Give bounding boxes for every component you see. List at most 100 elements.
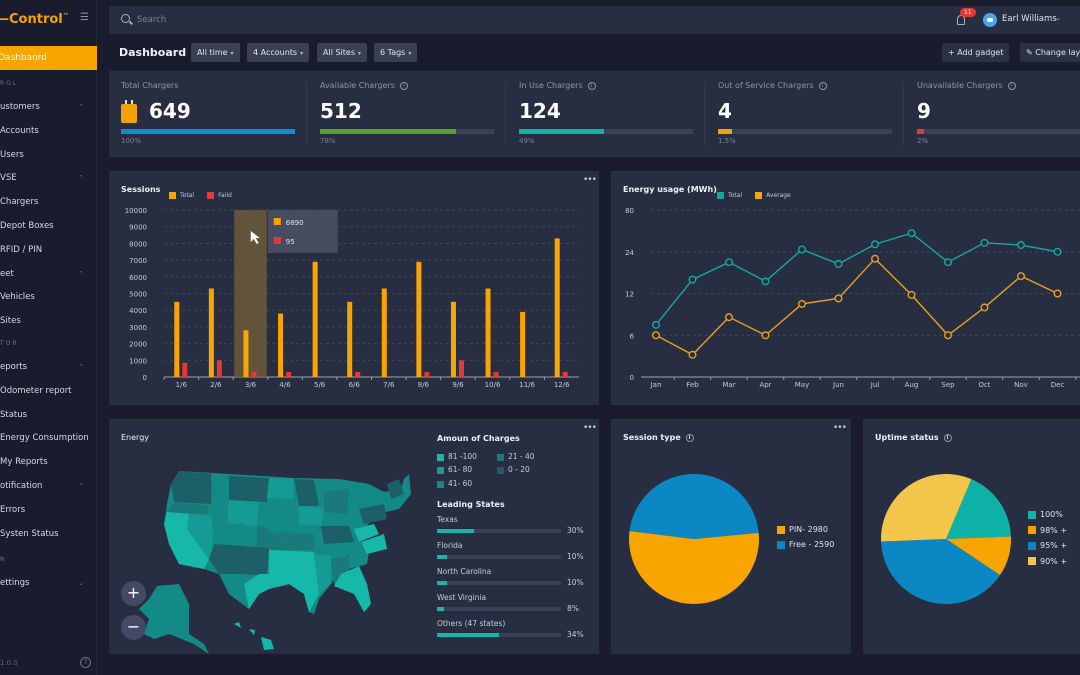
bar-failed[interactable] <box>216 360 222 377</box>
bar-failed[interactable] <box>458 360 464 377</box>
data-point[interactable] <box>1053 247 1062 256</box>
sidebar-item[interactable]: ustomers <box>0 102 40 112</box>
kpi-card: Unavailable Chargers i 9 2% <box>905 71 1080 157</box>
sidebar-item[interactable]: RFID / PIN <box>0 245 42 255</box>
bar-total[interactable] <box>485 288 491 377</box>
info-icon[interactable]: i <box>1007 81 1016 90</box>
sidebar-item[interactable]: eet <box>0 269 14 279</box>
bar-failed[interactable] <box>493 371 499 377</box>
bar-total[interactable] <box>381 288 387 377</box>
sidebar-item[interactable]: Accounts <box>0 126 39 136</box>
sidebar-item[interactable]: otification <box>0 481 42 491</box>
chevron-up-icon[interactable]: ⌃ <box>78 270 84 278</box>
sidebar-item[interactable]: My Reports <box>0 457 48 467</box>
bar-total[interactable] <box>347 301 353 377</box>
pie-slice[interactable] <box>629 530 759 604</box>
data-point[interactable] <box>944 258 953 267</box>
data-point[interactable] <box>1017 272 1026 281</box>
sidebar-item[interactable]: Energy Consumption <box>0 433 89 443</box>
sidebar-item[interactable]: Sites <box>0 316 21 326</box>
state-name: Florida <box>437 541 463 550</box>
data-point[interactable] <box>1053 289 1062 298</box>
bar-total[interactable] <box>520 311 526 377</box>
sidebar-item[interactable]: VSE <box>0 173 17 183</box>
data-point[interactable] <box>907 229 916 238</box>
chevron-up-icon[interactable]: ⌃ <box>78 363 84 371</box>
us-map[interactable] <box>109 434 429 654</box>
chevron-down-icon[interactable]: ⌄ <box>78 579 84 587</box>
data-point[interactable] <box>944 331 953 340</box>
data-point[interactable] <box>1017 241 1026 250</box>
filter-tags[interactable]: 6 Tags ▾ <box>374 43 418 62</box>
bar-total[interactable] <box>243 330 249 377</box>
x-tick-label: 11/6 <box>519 381 535 389</box>
change-layout-button[interactable]: ✎ Change lay <box>1020 43 1080 62</box>
data-point[interactable] <box>761 277 770 286</box>
data-point[interactable] <box>652 320 661 329</box>
bar-total[interactable] <box>312 261 318 377</box>
sidebar-item[interactable]: Vehicles <box>0 292 35 302</box>
pie-slice[interactable] <box>629 474 759 539</box>
bar-failed[interactable] <box>286 371 292 377</box>
bar-total[interactable] <box>174 301 180 377</box>
x-tick-label: Jul <box>870 381 880 389</box>
sidebar-item[interactable]: Users <box>0 150 24 160</box>
chevron-up-icon[interactable]: ⌃ <box>78 103 84 111</box>
sidebar-item[interactable]: Odometer report <box>0 386 72 396</box>
data-point[interactable] <box>907 290 916 299</box>
user-menu[interactable]: Earl Williams <box>1002 14 1057 24</box>
chevron-down-icon[interactable]: ⌄ <box>1055 14 1061 22</box>
bar-total[interactable] <box>208 288 214 377</box>
data-point[interactable] <box>980 238 989 247</box>
data-point[interactable] <box>834 259 843 268</box>
sidebar-item[interactable]: Status <box>0 410 27 420</box>
data-point[interactable] <box>688 350 697 359</box>
filter-accounts[interactable]: 4 Accounts ▾ <box>247 43 310 62</box>
kpi-progress-fill <box>519 129 605 134</box>
bar-total[interactable] <box>278 313 284 377</box>
data-point[interactable] <box>688 275 697 284</box>
menu-collapse-icon[interactable]: ☰ <box>80 13 91 23</box>
data-point[interactable] <box>980 303 989 312</box>
bar-total[interactable] <box>554 238 560 377</box>
filter-time[interactable]: All time ▾ <box>191 43 240 62</box>
data-point[interactable] <box>797 299 806 308</box>
sidebar-item[interactable]: ettings <box>0 578 29 588</box>
data-point[interactable] <box>652 331 661 340</box>
info-icon[interactable]: i <box>587 81 596 90</box>
data-point[interactable] <box>724 313 733 322</box>
tooltip-total-value: 6890 <box>286 219 304 227</box>
add-gadget-button[interactable]: + Add gadget <box>942 43 1010 62</box>
bar-total[interactable] <box>450 301 456 377</box>
data-point[interactable] <box>724 258 733 267</box>
chevron-up-icon[interactable]: ⌃ <box>78 482 84 490</box>
sidebar-item[interactable]: Errors <box>0 505 25 515</box>
info-icon[interactable]: i <box>818 81 827 90</box>
more-options-icon[interactable]: ••• <box>583 423 597 433</box>
data-point[interactable] <box>834 294 843 303</box>
chevron-up-icon[interactable]: ⌃ <box>78 174 84 182</box>
map-zoom-out-button[interactable]: − <box>121 615 146 640</box>
user-avatar[interactable] <box>983 13 997 27</box>
sidebar-item[interactable]: Chargers <box>0 197 38 207</box>
help-icon[interactable]: ? <box>80 657 91 668</box>
bar-failed[interactable] <box>355 371 361 377</box>
data-point[interactable] <box>797 245 806 254</box>
sidebar-item-dashboard[interactable]: Dashbaord <box>0 46 97 70</box>
filter-sites[interactable]: All Sites ▾ <box>317 43 368 62</box>
sidebar-item[interactable]: Systen Status <box>0 529 59 539</box>
info-icon[interactable]: i <box>399 81 408 90</box>
sidebar-item[interactable]: eports <box>0 362 27 372</box>
bar-failed[interactable] <box>562 371 568 377</box>
kpi-label: Total Chargers <box>121 81 179 90</box>
data-point[interactable] <box>761 331 770 340</box>
bar-failed[interactable] <box>251 371 257 377</box>
search-input[interactable] <box>137 13 437 27</box>
data-point[interactable] <box>871 240 880 249</box>
bar-failed[interactable] <box>424 371 430 377</box>
sidebar-item[interactable]: Depot Boxes <box>0 221 54 231</box>
map-zoom-in-button[interactable]: + <box>121 581 146 606</box>
bar-failed[interactable] <box>182 362 188 377</box>
data-point[interactable] <box>871 254 880 263</box>
bar-total[interactable] <box>416 261 422 377</box>
